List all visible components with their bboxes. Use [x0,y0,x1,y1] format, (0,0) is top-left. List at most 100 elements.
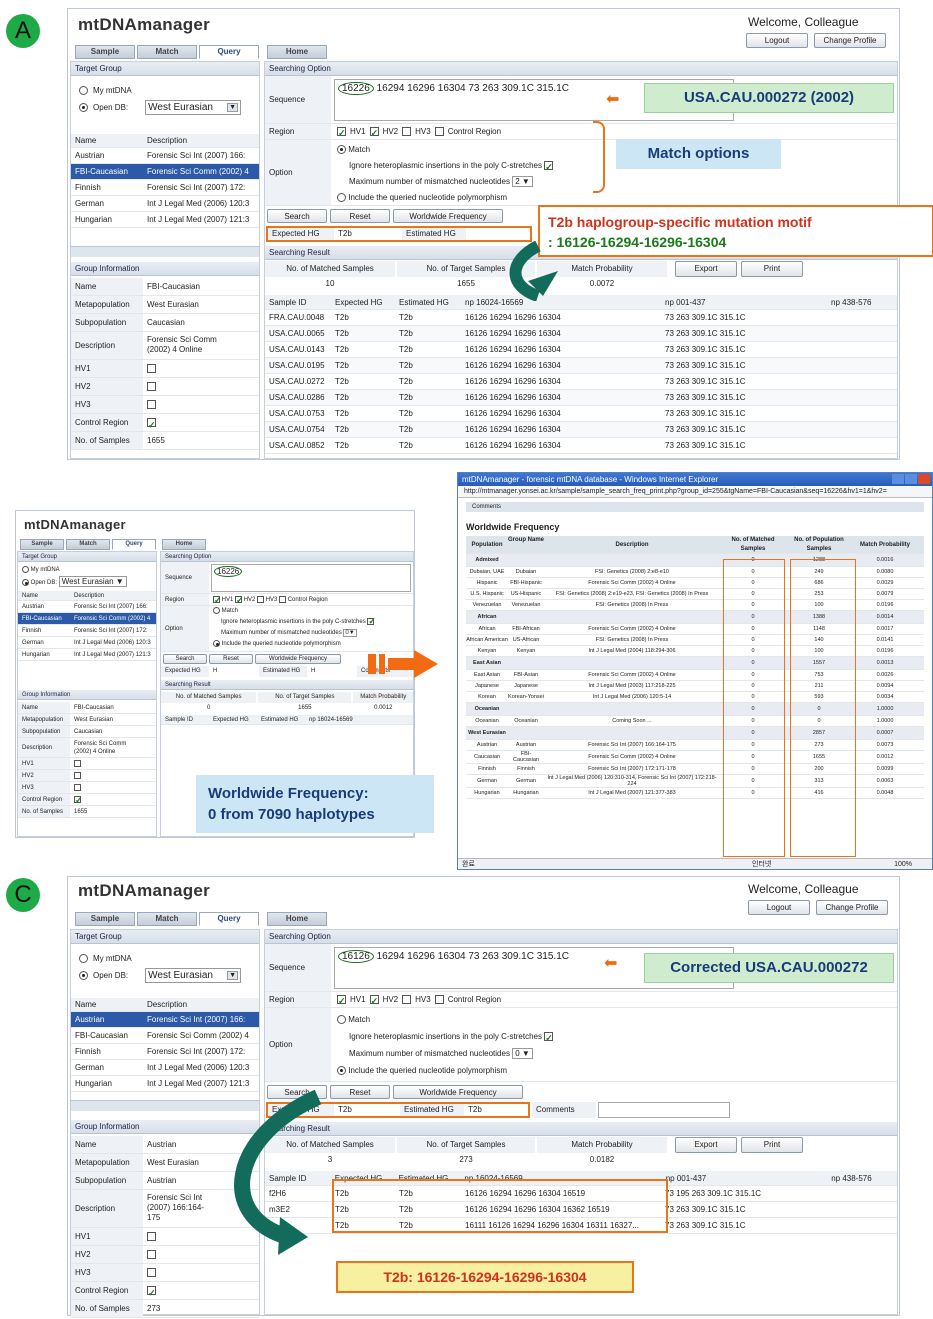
print-button[interactable]: Print [741,1137,803,1153]
match-radio[interactable] [337,1015,346,1025]
export-button[interactable]: Export [675,1137,737,1153]
reset-button[interactable]: Reset [330,209,390,223]
ie-comments: Comments [466,502,924,512]
tab-match[interactable]: Match [137,912,197,926]
db-select[interactable]: West Eurasian ▼ [145,99,242,115]
ie-cell: Oceanian [514,718,538,724]
table-cell: T2b [335,441,349,450]
ignore-checkbox[interactable] [544,1030,554,1047]
comments-input[interactable] [598,1102,730,1118]
hv3-checkbox[interactable] [402,995,412,1004]
control-region-checkbox[interactable] [434,127,444,136]
hv2-checkbox[interactable] [369,125,379,141]
worldwide-frequency-button[interactable]: Worldwide Frequency [393,1085,523,1099]
minimize-icon[interactable] [892,474,904,484]
search-button[interactable]: Search [163,654,207,664]
estimated-hg-field[interactable]: T2b [464,1104,524,1116]
ie-cell: Dubaian, UAE [469,569,505,575]
logout-button[interactable]: Logout [748,900,810,915]
callout-match-options: Match options [616,139,781,169]
logout-button[interactable]: Logout [746,33,808,48]
table-row[interactable]: USA.CAU.0143 T2b T2b 16126 16294 16296 1630… [265,342,897,358]
export-button[interactable]: Export [675,261,737,277]
control-region-info-checkbox [147,416,156,431]
hv1-checkbox[interactable] [337,125,346,141]
hv1-checkbox[interactable] [337,993,346,1009]
change-profile-button[interactable]: Change Profile [814,33,886,48]
worldwide-frequency-button[interactable]: Worldwide Frequency [393,209,503,223]
chevron-down-icon: ▼ [227,102,239,112]
tab-match[interactable]: Match [66,539,110,550]
reset-button[interactable]: Reset [330,1085,390,1099]
ie-cell: FBI-Caucasian [513,751,539,763]
group-row[interactable]: German Int J Legal Med (2006) 120:3 [71,1060,259,1076]
open-db-radio[interactable] [79,970,88,980]
tab-sample[interactable]: Sample [20,539,64,550]
maximize-icon[interactable] [905,474,917,484]
horizontal-scrollbar[interactable] [71,246,259,257]
include-radio[interactable] [337,193,346,203]
table-row[interactable]: USA.CAU.0272 T2b T2b 16126 16294 16296 1630… [265,374,897,390]
expected-hg-field[interactable]: T2b [334,228,402,240]
table-cell: 16126 16294 16296 16304 [465,409,561,418]
tab-query[interactable]: Query [112,539,156,550]
table-row[interactable]: USA.CAU.0753 T2b T2b 16126 16294 16296 1630… [265,406,897,422]
ie-cell: Forensic Sci Comm (2002) 4 Online [588,580,676,586]
table-row[interactable]: USA.CAU.0852 T2b T2b 16126 16294 16296 1630… [265,438,897,454]
mismatch-select[interactable]: 2 ▼ [512,176,533,187]
tab-query[interactable]: Query [199,45,259,59]
ie-cell: African [478,626,496,632]
table-row[interactable]: FRA.CAU.0048 T2b T2b 16126 16294 16296 1630… [265,310,897,326]
tab-sample[interactable]: Sample [75,45,135,59]
tab-home[interactable]: Home [267,45,327,59]
col-description: Description [147,136,188,145]
app-window-a: mtDNAmanager Welcome, Colleague Logout C… [67,8,933,460]
expected-hg-field[interactable]: T2b [334,1104,400,1116]
group-row[interactable]: Finnish Forensic Sci Int (2007) 172: [71,180,259,196]
ie-cell: 0.0007 [876,730,894,736]
ie-cell: Japanese [514,683,538,689]
include-radio[interactable] [337,1066,346,1076]
table-cell: T2b [399,313,413,322]
my-mtdna-radio[interactable] [79,85,88,95]
group-row-selected[interactable]: FBI-Caucasian Forensic Sci Comm (2002) 4 [71,164,259,180]
worldwide-frequency-button[interactable]: Worldwide Frequency [255,654,341,664]
hv3-checkbox[interactable] [402,127,412,136]
ie-cell: 0.0016 [876,557,894,563]
change-profile-button[interactable]: Change Profile [816,900,888,915]
mismatch-select[interactable]: 0 ▼ [512,1048,533,1059]
group-row-selected[interactable]: Austrian Forensic Sci Int (2007) 166: [71,1012,259,1028]
table-row[interactable]: USA.CAU.0754 T2b T2b 16126 16294 16296 1630… [265,422,897,438]
ie-address-bar[interactable]: http://mtmanager.yonsei.ac.kr/sample/sam… [458,486,932,498]
group-row[interactable]: German Int J Legal Med (2006) 120:3 [71,196,259,212]
reset-button[interactable]: Reset [209,654,253,664]
group-row[interactable]: Hungarian Int J Legal Med (2007) 121:3 [71,212,259,228]
group-row[interactable]: FBI-Caucasian Forensic Sci Comm (2002) 4 [71,1028,259,1044]
db-select[interactable]: West Eurasian ▼ [145,967,242,983]
tab-home[interactable]: Home [267,912,327,926]
sequence-input[interactable]: 16226 [211,564,411,592]
print-button[interactable]: Print [741,261,803,277]
tab-query[interactable]: Query [199,912,259,926]
group-row[interactable]: Finnish Forensic Sci Int (2007) 172: [71,1044,259,1060]
ignore-checkbox[interactable] [544,159,554,175]
my-mtdna-radio[interactable] [79,953,88,963]
db-select[interactable]: West Eurasian ▼ [58,576,127,587]
tab-home[interactable]: Home [162,539,206,550]
table-row[interactable]: USA.CAU.0065 T2b T2b 16126 16294 16296 1630… [265,326,897,342]
tab-sample[interactable]: Sample [75,912,135,926]
table-row[interactable]: USA.CAU.0195 T2b T2b 16126 16294 16296 1630… [265,358,897,374]
match-radio[interactable] [337,145,346,155]
hv2-checkbox[interactable] [369,993,379,1009]
open-db-radio[interactable] [79,102,88,112]
table-cell: 73 263 309.1C 315.1C [665,393,746,402]
arrow-left-icon: ⬅ [606,91,620,108]
search-button[interactable]: Search [267,209,327,223]
table-row[interactable]: USA.CAU.0286 T2b T2b 16126 16294 16296 1630… [265,390,897,406]
table-cell: T2b [399,409,413,418]
tab-match[interactable]: Match [137,45,197,59]
control-region-checkbox[interactable] [434,995,444,1004]
estimated-hg-field[interactable] [466,228,528,240]
close-icon[interactable] [918,474,930,484]
group-row[interactable]: Austrian Forensic Sci Int (2007) 166: [71,148,259,164]
